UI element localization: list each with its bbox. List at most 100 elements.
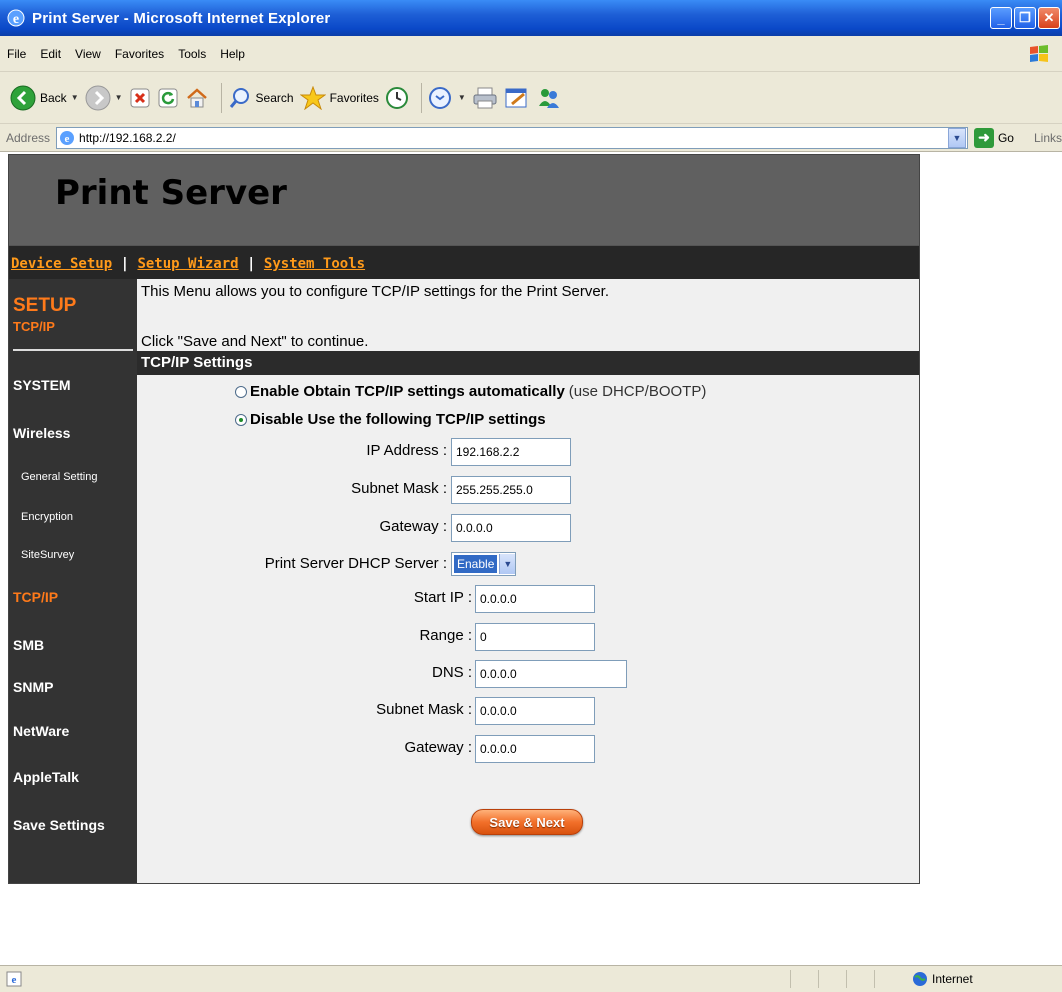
restore-icon: ❐ bbox=[1019, 10, 1031, 25]
dns-input[interactable] bbox=[475, 660, 627, 688]
address-url: http://192.168.2.2/ bbox=[79, 130, 176, 145]
radio-option-manual[interactable]: Disable Use the following TCP/IP setting… bbox=[235, 411, 546, 428]
section-header: TCP/IP Settings bbox=[137, 351, 919, 375]
forward-dropdown-icon[interactable]: ▼ bbox=[115, 93, 123, 102]
toolbar-separator bbox=[420, 82, 422, 113]
dhcp-subnet-mask-label: Subnet Mask : bbox=[376, 701, 472, 718]
svg-text:e: e bbox=[12, 974, 17, 986]
nav-separator: | bbox=[112, 256, 138, 272]
dhcp-server-select[interactable]: Enable ▼ bbox=[451, 552, 517, 576]
gateway-label: Gateway : bbox=[379, 518, 447, 535]
sidebar-item-snmp[interactable]: SNMP bbox=[13, 679, 53, 695]
status-pane bbox=[874, 970, 902, 988]
address-bar: Address e http://192.168.2.2/ ▼ ➜ Go Lin… bbox=[0, 124, 1062, 152]
print-button[interactable] bbox=[472, 86, 498, 110]
printer-icon bbox=[473, 87, 497, 108]
sidebar-item-wireless[interactable]: Wireless bbox=[13, 425, 70, 441]
sidebar-item-site-survey[interactable]: SiteSurvey bbox=[21, 549, 74, 561]
dhcp-server-label: Print Server DHCP Server : bbox=[264, 555, 447, 572]
address-input[interactable]: e http://192.168.2.2/ bbox=[56, 126, 968, 149]
home-icon bbox=[186, 87, 207, 107]
messenger-button[interactable] bbox=[536, 86, 562, 110]
close-button[interactable]: ✕ bbox=[1038, 7, 1060, 29]
globe-icon bbox=[913, 972, 927, 986]
go-arrow-icon: ➜ bbox=[973, 127, 994, 148]
start-ip-label: Start IP : bbox=[413, 589, 472, 606]
home-button[interactable] bbox=[185, 87, 209, 109]
print-server-page: Print Server Device Setup | Setup Wizard… bbox=[8, 154, 920, 884]
address-dropdown-icon[interactable]: ▼ bbox=[947, 127, 966, 148]
start-ip-input[interactable] bbox=[475, 585, 595, 613]
radio-option-auto[interactable]: Enable Obtain TCP/IP settings automatica… bbox=[235, 383, 706, 400]
save-and-next-button[interactable]: Save & Next bbox=[471, 809, 583, 835]
search-button[interactable]: Search bbox=[228, 86, 294, 110]
nav-device-setup[interactable]: Device Setup bbox=[11, 256, 112, 272]
radio-manual-label: Disable Use the following TCP/IP setting… bbox=[250, 411, 546, 428]
dhcp-server-value: Enable bbox=[454, 555, 498, 573]
search-label: Search bbox=[255, 90, 294, 105]
back-button[interactable]: Back ▼ bbox=[10, 85, 79, 111]
sidebar-item-smb[interactable]: SMB bbox=[13, 637, 44, 653]
security-zone: Internet bbox=[912, 971, 973, 987]
nav-system-tools[interactable]: System Tools bbox=[264, 256, 365, 272]
forward-button[interactable]: ▼ bbox=[85, 85, 123, 111]
go-button[interactable]: ➜ Go bbox=[973, 127, 1014, 148]
page-title: Print Server bbox=[55, 173, 287, 213]
radio-auto-hint: (use DHCP/BOOTP) bbox=[568, 383, 707, 400]
edit-button[interactable] bbox=[504, 86, 530, 110]
main-content: This Menu allows you to configure TCP/IP… bbox=[137, 279, 919, 883]
refresh-button[interactable] bbox=[157, 87, 179, 109]
dhcp-gateway-input[interactable] bbox=[475, 735, 595, 763]
svg-text:e: e bbox=[13, 12, 19, 27]
search-icon bbox=[229, 87, 249, 108]
ip-address-input[interactable] bbox=[451, 438, 571, 466]
sidebar-item-encryption[interactable]: Encryption bbox=[21, 511, 73, 523]
svg-text:e: e bbox=[65, 133, 70, 145]
menu-edit[interactable]: Edit bbox=[33, 47, 68, 61]
back-label: Back bbox=[40, 90, 67, 105]
sidebar-divider bbox=[13, 349, 133, 351]
toolbar-separator bbox=[220, 82, 222, 113]
menu-help[interactable]: Help bbox=[213, 47, 252, 61]
intro-text: This Menu allows you to configure TCP/IP… bbox=[141, 283, 609, 300]
continue-instruction: Click "Save and Next" to continue. bbox=[141, 333, 369, 350]
sidebar-item-system[interactable]: SYSTEM bbox=[13, 377, 71, 393]
gateway-input[interactable] bbox=[451, 514, 571, 542]
subnet-mask-input[interactable] bbox=[451, 476, 571, 504]
dhcp-subnet-mask-input[interactable] bbox=[475, 697, 595, 725]
range-label: Range : bbox=[419, 627, 472, 644]
mail-dropdown-icon[interactable]: ▼ bbox=[458, 93, 466, 102]
stop-button[interactable] bbox=[129, 87, 151, 109]
maximize-button[interactable]: ❐ bbox=[1014, 7, 1036, 29]
sidebar-item-tcpip[interactable]: TCP/IP bbox=[13, 589, 58, 605]
menu-view[interactable]: View bbox=[68, 47, 108, 61]
sidebar-item-netware[interactable]: NetWare bbox=[13, 723, 69, 739]
range-input[interactable] bbox=[475, 623, 595, 651]
radio-button-auto[interactable] bbox=[235, 385, 247, 398]
page-status-icon: e bbox=[6, 971, 22, 987]
menu-file[interactable]: File bbox=[0, 47, 33, 61]
menu-tools[interactable]: Tools bbox=[171, 47, 213, 61]
mail-icon bbox=[428, 86, 451, 109]
sidebar-item-appletalk[interactable]: AppleTalk bbox=[13, 769, 79, 785]
minimize-button[interactable]: _ bbox=[990, 7, 1012, 29]
nav-setup-wizard[interactable]: Setup Wizard bbox=[137, 256, 238, 272]
toolbar: Back ▼ ▼ Search Favorites ▼ bbox=[0, 72, 1062, 124]
top-nav: Device Setup | Setup Wizard | System Too… bbox=[9, 245, 919, 279]
links-button[interactable]: Links bbox=[1034, 131, 1062, 145]
back-dropdown-icon[interactable]: ▼ bbox=[71, 93, 79, 102]
status-bar: e Internet bbox=[0, 965, 1062, 992]
favorites-button[interactable]: Favorites bbox=[299, 85, 379, 110]
sidebar-item-save-settings[interactable]: Save Settings bbox=[13, 817, 105, 833]
go-label: Go bbox=[997, 130, 1014, 145]
menu-favorites[interactable]: Favorites bbox=[108, 47, 171, 61]
history-button[interactable] bbox=[385, 86, 409, 110]
mail-button[interactable]: ▼ bbox=[428, 86, 466, 110]
radio-auto-label: Enable Obtain TCP/IP settings automatica… bbox=[250, 383, 565, 400]
radio-button-manual[interactable] bbox=[235, 413, 247, 426]
messenger-people-icon bbox=[538, 88, 559, 108]
back-arrow-icon bbox=[10, 85, 36, 110]
page-header: Print Server bbox=[9, 155, 919, 245]
minimize-icon: _ bbox=[997, 10, 1005, 26]
sidebar-item-general-setting[interactable]: General Setting bbox=[21, 471, 97, 483]
